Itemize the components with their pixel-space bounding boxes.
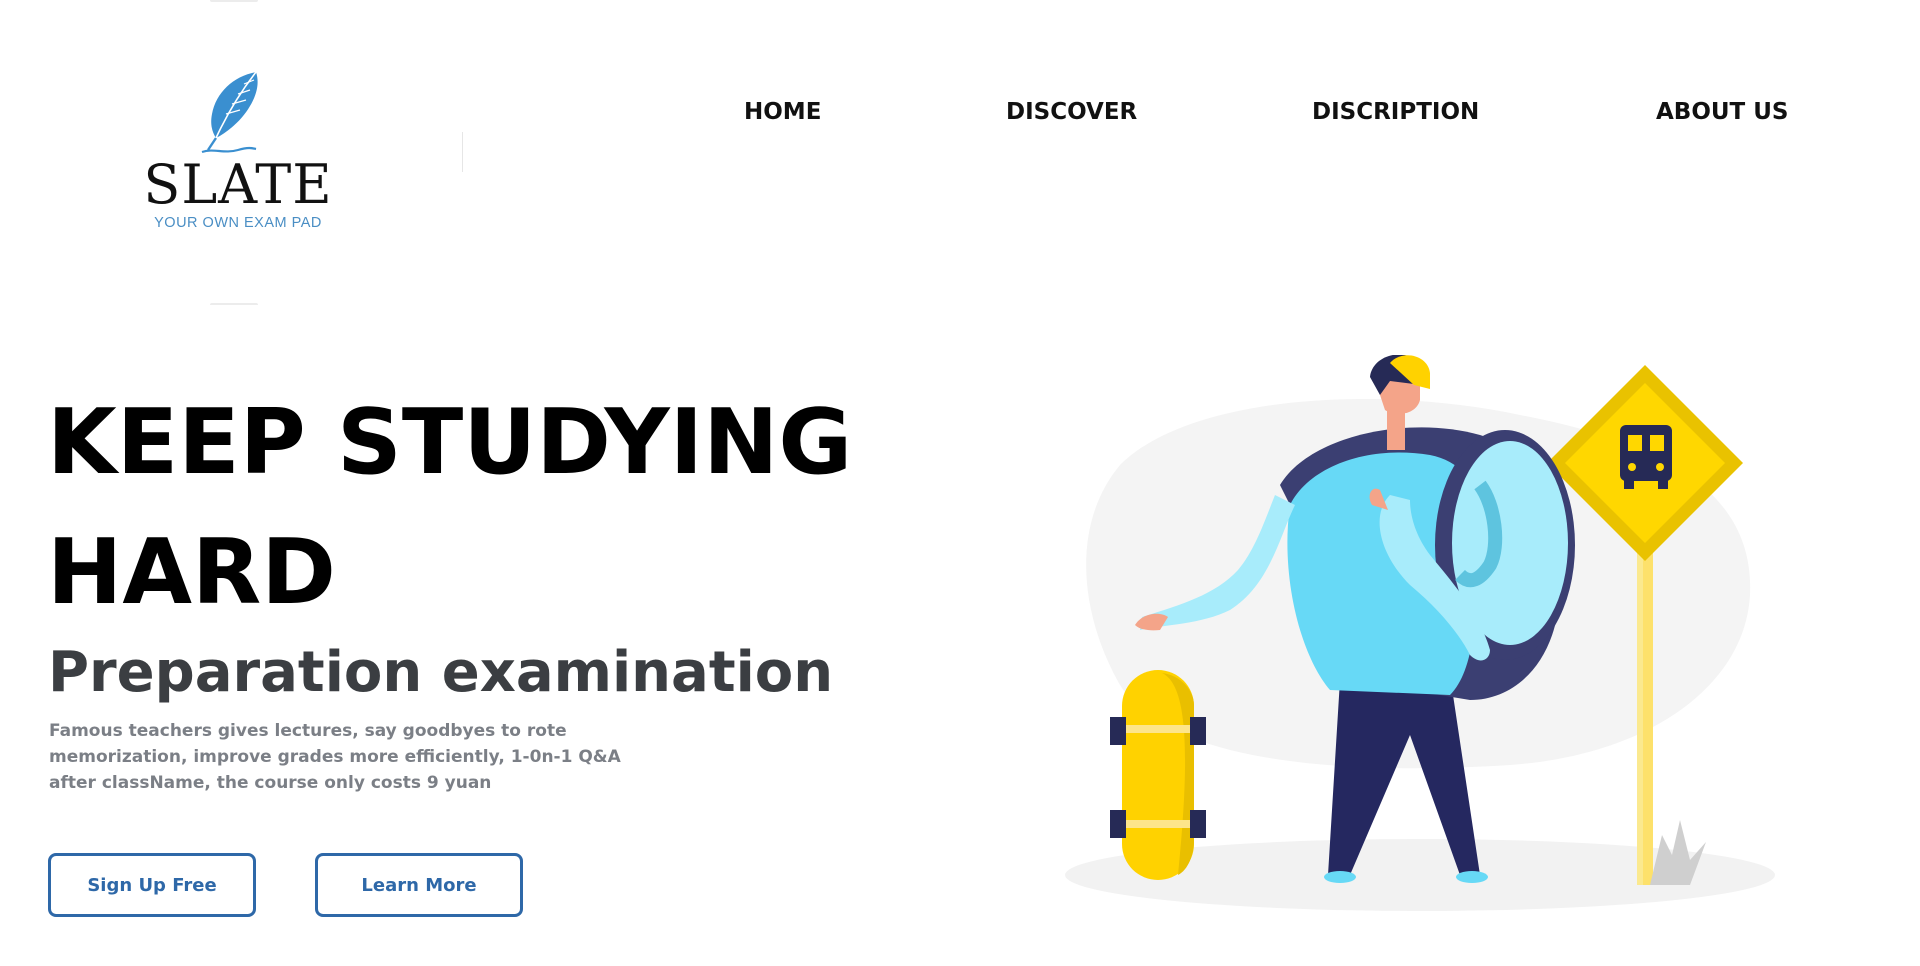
brand-tagline: YOUR OWN EXAM PAD [154,215,322,231]
hero-subtitle: Preparation examination [48,640,834,705]
nav-item-discover[interactable]: DISCOVER [1006,97,1137,127]
hero-title: KEEP STUDYING HARD [47,378,947,638]
hero-description: Famous teachers gives lectures, say good… [49,721,621,793]
logo[interactable]: SLATE YOUR OWN EXAM PAD [138,0,338,310]
skateboard [1110,670,1206,880]
hero-illustration [1065,355,1775,911]
logo-decoration-top [210,0,258,2]
divider [462,132,463,172]
sign-up-free-button[interactable]: Sign Up Free [48,853,256,917]
hero-title-line-1: KEEP STUDYING [47,390,853,495]
nav-item-about-us[interactable]: ABOUT US [1656,97,1789,127]
nav-item-discription[interactable]: DISCRIPTION [1312,97,1479,127]
logo-decoration-bottom [210,303,258,305]
nav-item-home[interactable]: HOME [744,97,821,127]
learn-more-button[interactable]: Learn More [315,853,523,917]
feather-icon [201,71,258,154]
brand-name: SLATE [143,153,333,216]
hero-title-line-2: HARD [47,520,336,625]
